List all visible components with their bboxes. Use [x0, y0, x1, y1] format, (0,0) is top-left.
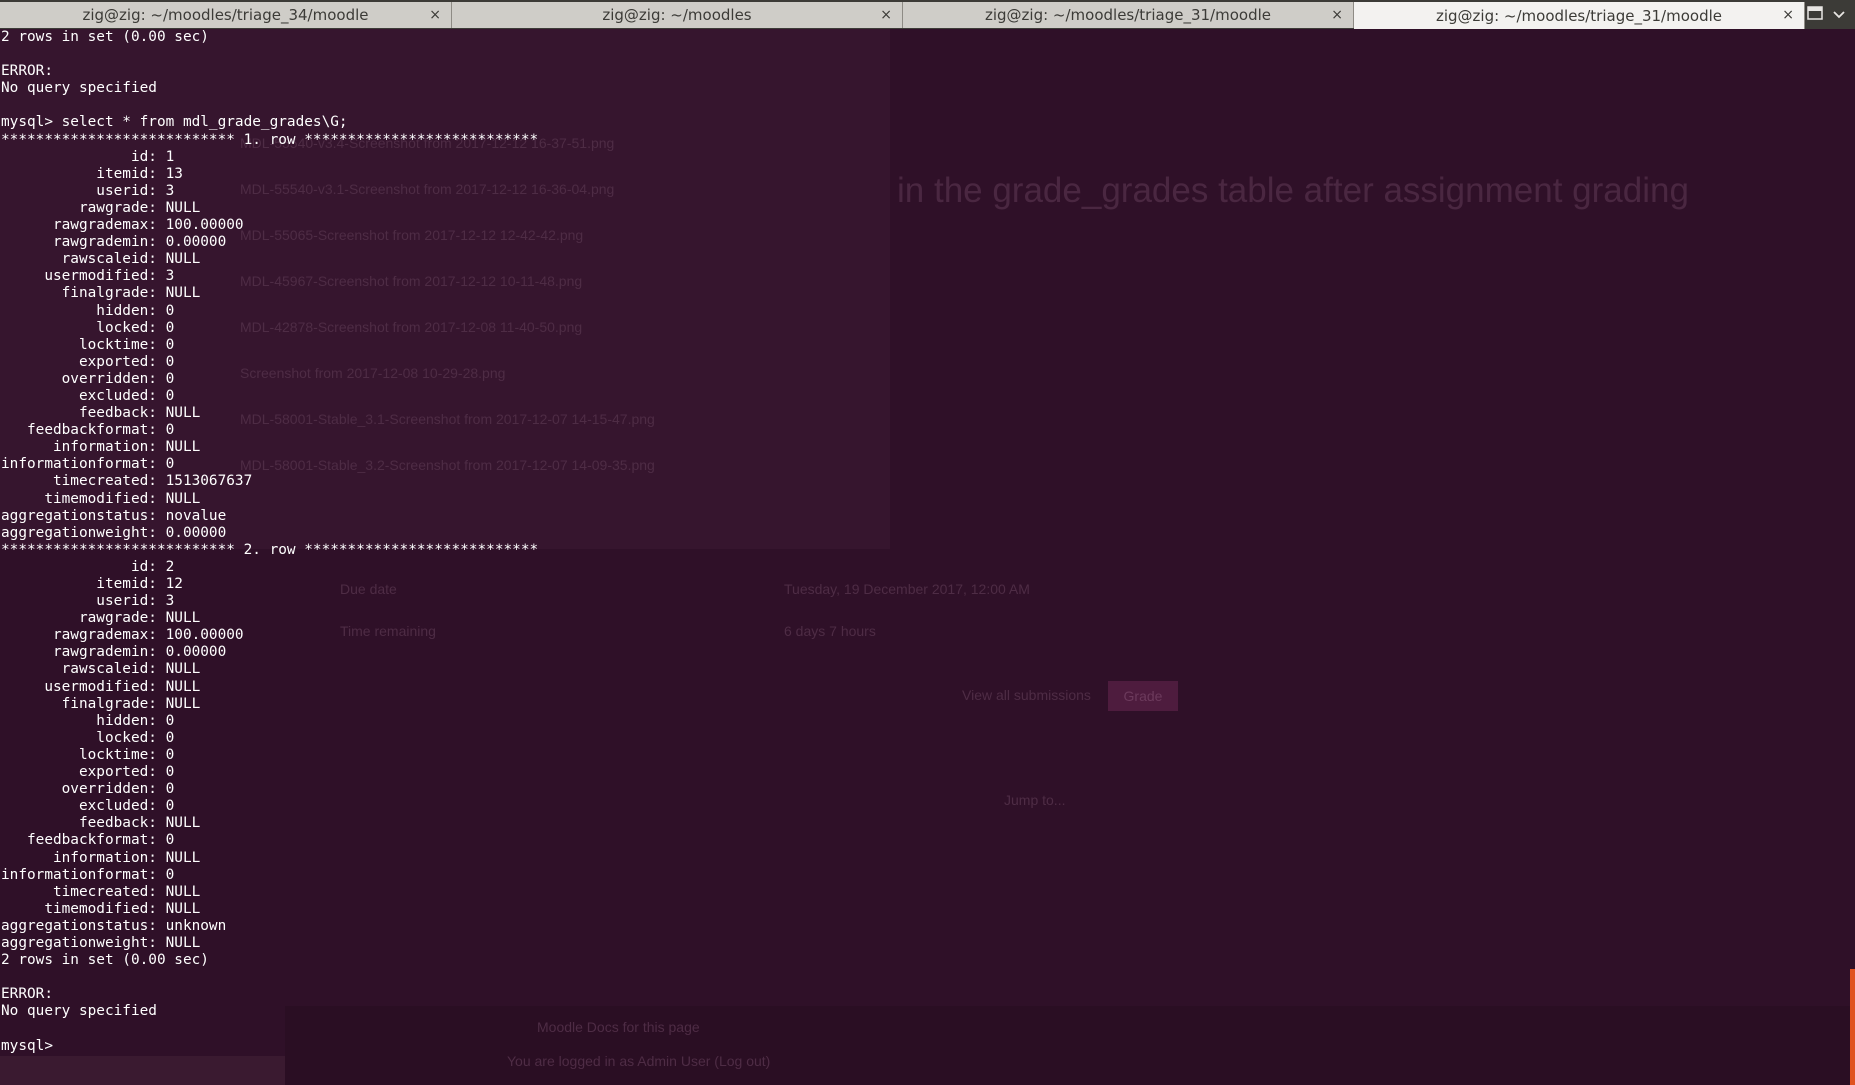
terminal-line: ERROR:: [1, 63, 53, 80]
terminal-tab-active[interactable]: zig@zig: ~/moodles/triage_31/moodle ×: [1354, 2, 1805, 29]
terminal-line: excluded: 0: [1, 798, 175, 815]
terminal-prompt-line: mysql>: [1, 1037, 62, 1054]
terminal-line: rawgrade: NULL: [1, 610, 201, 627]
terminal-line: No query specified: [1, 1003, 157, 1020]
tab-title: zig@zig: ~/moodles/triage_34/moodle: [82, 6, 369, 24]
terminal-line: aggregationweight: NULL: [1, 934, 201, 951]
ghost-moodle-docs: Moodle Docs for this page: [537, 1019, 700, 1035]
terminal-line: exported: 0: [1, 764, 175, 781]
terminal-line: timemodified: NULL: [1, 490, 201, 507]
terminal-line: rawscaleid: NULL: [1, 251, 201, 268]
terminal-line: information: NULL: [1, 849, 201, 866]
terminal-line: userid: 3: [1, 593, 175, 610]
terminal-line: timecreated: 1513067637: [1, 473, 253, 490]
terminal-line: feedback: NULL: [1, 405, 201, 422]
close-icon[interactable]: ×: [1782, 7, 1794, 23]
terminal-output: 2 rows in set (0.00 sec) ERROR: No query …: [1, 29, 538, 1055]
terminal-prompt-line: mysql> select * from mdl_grade_grades\G;: [1, 114, 348, 131]
chevron-down-icon[interactable]: [1833, 7, 1845, 23]
terminal-line: exported: 0: [1, 353, 175, 370]
terminal-line: usermodified: NULL: [1, 678, 201, 695]
terminal-line: ERROR:: [1, 986, 53, 1003]
terminal-line: informationformat: 0: [1, 456, 175, 473]
terminal-line: usermodified: 3: [1, 268, 175, 285]
close-icon[interactable]: ×: [880, 7, 892, 23]
terminal-line: locked: 0: [1, 729, 175, 746]
terminal-line: rawgrademin: 0.00000: [1, 234, 227, 251]
close-icon[interactable]: ×: [429, 7, 441, 23]
close-icon[interactable]: ×: [1331, 7, 1343, 23]
terminal-line: locktime: 0: [1, 746, 175, 763]
terminal-tab-bar: zig@zig: ~/moodles/triage_34/moodle × zi…: [0, 0, 1855, 29]
ghost-grade-button: Grade: [1108, 681, 1178, 711]
terminal-line: information: NULL: [1, 439, 201, 456]
terminal-line: No query specified: [1, 80, 157, 97]
terminal-tab[interactable]: zig@zig: ~/moodles/triage_34/moodle ×: [0, 2, 452, 28]
terminal-line: timecreated: NULL: [1, 883, 201, 900]
terminal-line: feedbackformat: 0: [1, 422, 175, 439]
ghost-jump-to: Jump to...: [1004, 792, 1066, 808]
terminal-line: itemid: 12: [1, 576, 183, 592]
new-tab-icon[interactable]: [1807, 5, 1823, 24]
tab-menu: [1805, 0, 1855, 29]
terminal-line: locktime: 0: [1, 336, 175, 353]
terminal-line: locked: 0: [1, 319, 175, 336]
terminal-line: id: 2: [1, 558, 175, 575]
terminal-line: rawgrademin: 0.00000: [1, 644, 227, 661]
terminal-line: 2 rows in set (0.00 sec): [1, 952, 209, 969]
terminal-line: timemodified: NULL: [1, 900, 201, 917]
tab-title: zig@zig: ~/moodles/triage_31/moodle: [984, 6, 1271, 24]
terminal-line: feedback: NULL: [1, 815, 201, 832]
terminal-line: overridden: 0: [1, 370, 175, 387]
ghost-time-remaining-value: 6 days 7 hours: [784, 623, 876, 639]
terminal-window[interactable]: in the grade_grades table after assignme…: [0, 29, 1855, 1085]
terminal-line: rawgrade: NULL: [1, 199, 201, 216]
terminal-line: rawscaleid: NULL: [1, 661, 201, 678]
terminal-line: *************************** 2. row *****…: [1, 541, 539, 558]
terminal-line: feedbackformat: 0: [1, 832, 175, 849]
terminal-line: aggregationstatus: unknown: [1, 917, 227, 934]
scrollbar-thumb[interactable]: [1850, 969, 1855, 1085]
terminal-line: hidden: 0: [1, 302, 175, 319]
terminal-tab[interactable]: zig@zig: ~/moodles ×: [452, 2, 903, 28]
ghost-due-date-value: Tuesday, 19 December 2017, 12:00 AM: [784, 581, 1030, 597]
terminal-line: overridden: 0: [1, 781, 175, 798]
terminal-line: userid: 3: [1, 182, 175, 199]
terminal-line: aggregationstatus: novalue: [1, 507, 227, 524]
terminal-line: *************************** 1. row *****…: [1, 131, 539, 148]
terminal-line: rawgrademax: 100.00000: [1, 627, 244, 644]
terminal-line: 2 rows in set (0.00 sec): [1, 29, 209, 45]
terminal-line: excluded: 0: [1, 387, 175, 404]
terminal-line: informationformat: 0: [1, 866, 175, 883]
terminal-tab[interactable]: zig@zig: ~/moodles/triage_31/moodle ×: [903, 2, 1354, 28]
terminal-line: aggregationweight: 0.00000: [1, 524, 227, 541]
terminal-line: finalgrade: NULL: [1, 285, 201, 302]
ghost-view-submissions: View all submissions: [962, 687, 1091, 703]
terminal-line: id: 1: [1, 148, 175, 165]
ghost-page-heading: in the grade_grades table after assignme…: [897, 171, 1689, 210]
terminal-line: finalgrade: NULL: [1, 695, 201, 712]
terminal-line: itemid: 13: [1, 165, 183, 182]
terminal-line: hidden: 0: [1, 712, 175, 729]
terminal-line: rawgrademax: 100.00000: [1, 217, 244, 234]
ghost-logged-in: You are logged in as Admin User (Log out…: [507, 1053, 771, 1069]
tab-title: zig@zig: ~/moodles: [602, 6, 752, 24]
tab-title: zig@zig: ~/moodles/triage_31/moodle: [1435, 6, 1722, 25]
